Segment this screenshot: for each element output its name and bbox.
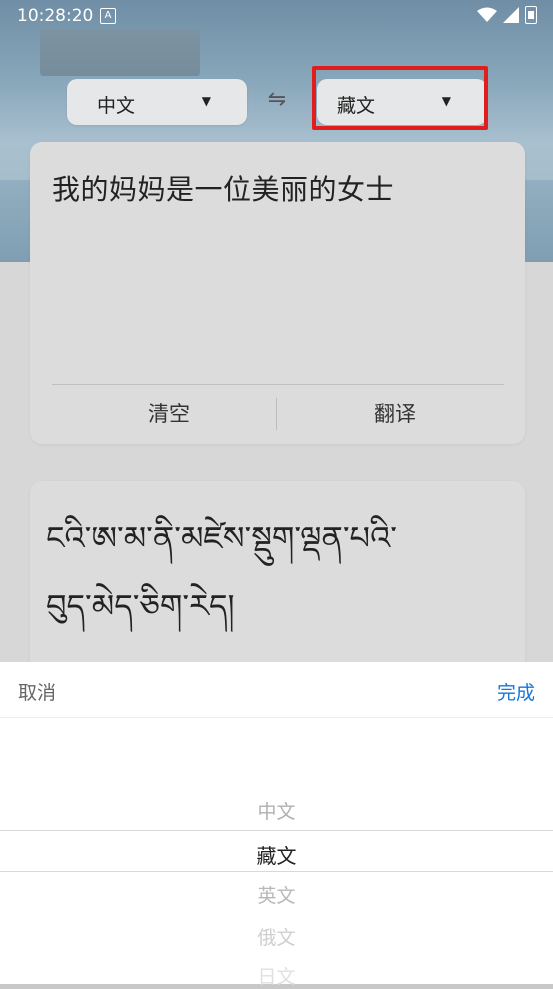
picker-option-selected[interactable]: 藏文 (0, 840, 553, 869)
picker-cancel-button[interactable]: 取消 (18, 678, 56, 705)
input-card: 我的妈妈是一位美丽的女士 清空 翻译 (30, 142, 525, 444)
input-text[interactable]: 我的妈妈是一位美丽的女士 (52, 168, 394, 208)
picker-done-button[interactable]: 完成 (497, 678, 535, 705)
output-text-line-2: བུད་མེད་ཅིག་རེད། (46, 587, 235, 625)
input-divider (52, 384, 504, 385)
translate-button[interactable]: 翻译 (374, 398, 416, 428)
picker-selection-line-top (0, 830, 553, 831)
swap-languages-icon[interactable]: ⇋ (262, 86, 292, 114)
caret-down-icon: ▼ (201, 94, 211, 108)
picker-option[interactable]: 中文 (0, 797, 553, 824)
status-icons (477, 6, 537, 24)
battery-icon (525, 6, 537, 24)
action-divider (276, 398, 277, 430)
status-bar: 10:28:20 A (0, 0, 553, 32)
source-language-label: 中文 (97, 95, 136, 117)
clear-button[interactable]: 清空 (148, 398, 190, 428)
target-language-highlight (312, 66, 488, 130)
status-time: 10:28:20 (17, 6, 94, 26)
wifi-icon (477, 7, 497, 22)
language-picker-sheet: 取消 完成 中文 藏文 英文 俄文 日文 (0, 662, 553, 988)
source-language-selector[interactable]: 中文 ▼ (67, 79, 247, 125)
signal-icon (503, 7, 519, 23)
palace-image (40, 30, 200, 76)
accessibility-icon: A (100, 8, 116, 24)
picker-selection-line-bottom (0, 871, 553, 872)
picker-toolbar: 取消 完成 (0, 662, 553, 718)
picker-option[interactable]: 英文 (0, 881, 553, 908)
picker-option[interactable]: 俄文 (0, 923, 553, 950)
picker-option[interactable]: 日文 (0, 962, 553, 989)
